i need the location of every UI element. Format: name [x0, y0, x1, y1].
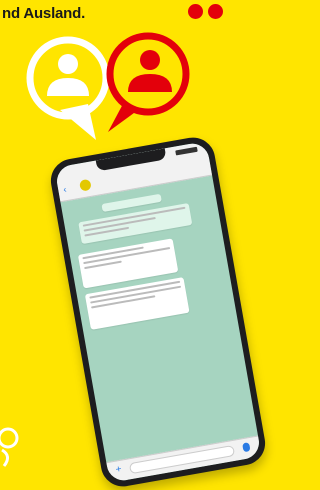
chat-system-message — [78, 203, 193, 245]
phone-frame: ‹ + — [47, 134, 269, 490]
back-arrow-icon: ‹ — [62, 184, 68, 195]
status-bar-icons — [175, 146, 198, 156]
headline-text: nd Ausland. — [2, 5, 86, 22]
speech-bubbles-graphic — [26, 32, 190, 140]
chat-input-bar: + — [106, 435, 262, 483]
message-input — [128, 444, 236, 475]
plus-icon: + — [114, 463, 123, 476]
microphone-icon — [242, 442, 251, 453]
chat-avatar — [79, 178, 92, 192]
white-person-bubble-icon — [26, 36, 110, 140]
phone-notch — [95, 148, 167, 172]
red-person-bubble-icon — [106, 32, 190, 132]
phone-screen: ‹ + — [54, 141, 262, 483]
chat-header: ‹ — [54, 141, 213, 203]
phone-mockup: ‹ + — [20, 134, 269, 490]
umlaut-dots-icon — [170, 2, 230, 22]
partial-logo-icon — [0, 427, 19, 467]
